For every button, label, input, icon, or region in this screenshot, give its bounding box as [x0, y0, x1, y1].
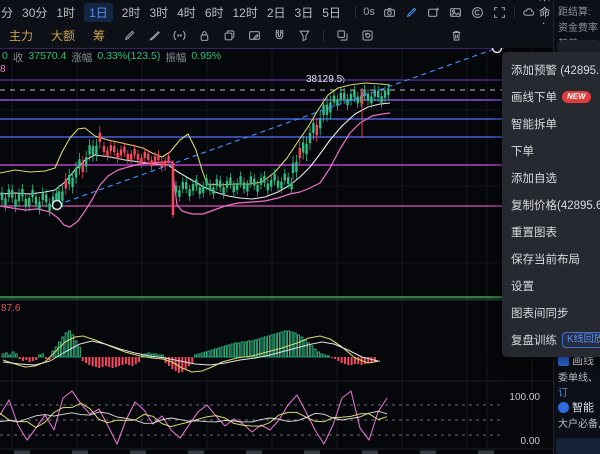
menu-item-label: 图表间同步 — [511, 305, 569, 321]
menu-item-label: 智能拆单 — [511, 116, 557, 132]
menu-item-label: 添加自选 — [511, 170, 557, 186]
time-axis-fragments — [14, 451, 494, 454]
menu-item-label: 复盘训练 — [511, 332, 557, 348]
note-icon[interactable] — [248, 29, 261, 42]
sidebar-promo-text: 智能 — [572, 399, 594, 415]
menu-item-7[interactable]: 重置图表 — [502, 218, 600, 245]
menu-item-11[interactable]: 复盘训练 K线回放 — [502, 326, 600, 353]
menu-item-label: 保存当前布局 — [511, 251, 580, 267]
sidebar-promo-row[interactable]: 订 — [558, 384, 568, 399]
promo-panel[interactable] — [556, 438, 600, 454]
menu-item-4[interactable]: 下单 — [502, 137, 600, 164]
timeframe-6时[interactable]: 6时 — [205, 4, 224, 21]
camera-icon[interactable] — [383, 6, 396, 19]
timeframe-2日[interactable]: 2日 — [267, 4, 286, 21]
trend-handle — [53, 201, 62, 210]
timeframe-5日[interactable]: 5日 — [322, 4, 341, 21]
timeframe-1日[interactable]: 1日 — [84, 3, 113, 22]
timeframe-30分[interactable]: 30分 — [22, 4, 47, 21]
menu-item-label: 画线下单 — [511, 89, 557, 105]
add-panel-icon[interactable] — [427, 6, 440, 19]
menu-item-1[interactable]: 添加预警 (42895.6) — [502, 56, 600, 83]
fullscreen-icon[interactable] — [493, 6, 506, 19]
chart-context-menu: 添加预警 (42895.6) 画线下单 NEW 智能拆单下单添加自选复制价格(4289… — [502, 52, 600, 357]
pencil-icon[interactable] — [123, 29, 136, 42]
tool-label-大额[interactable]: 大额 — [51, 27, 75, 44]
tool-label-主力[interactable]: 主力 — [9, 27, 33, 44]
sidebar-promo-row[interactable]: 智能 — [558, 399, 594, 415]
divider — [323, 30, 324, 42]
filter-icon[interactable] — [298, 29, 311, 42]
magnet-icon[interactable] — [273, 29, 286, 42]
timeframe-4时[interactable]: 4时 — [177, 4, 196, 21]
timeframe-3时[interactable]: 3时 — [149, 4, 168, 21]
svg-text:0.00: 0.00 — [521, 436, 541, 447]
menu-item-2[interactable]: 画线下单 NEW — [502, 83, 600, 110]
timeframe-tabs: 分 30分 1时 1日 2时 3时 4时 6时 12时 2日 3日 5日 — [0, 3, 341, 22]
wave-icon[interactable] — [173, 29, 186, 42]
menu-item-8[interactable]: 保存当前布局 — [502, 245, 600, 272]
menu-item-label: 复制价格(42895.6) — [511, 197, 600, 213]
menu-item-label: 设置 — [511, 278, 534, 294]
timeframe-2时[interactable]: 2时 — [122, 4, 141, 21]
countdown: 0s — [363, 6, 375, 18]
sidebar-promo-row[interactable]: 委单线、 — [558, 369, 598, 384]
sidebar-promo-text: 大户必备, — [558, 415, 600, 430]
menu-item-5[interactable]: 添加自选 — [502, 164, 600, 191]
funding-rate-label: 资金费率 — [558, 19, 598, 34]
svg-text:100.00: 100.00 — [509, 392, 540, 403]
menu-item-label: 下单 — [511, 143, 534, 159]
tool-label-筹[interactable]: 筹 — [93, 27, 105, 44]
menu-item-9[interactable]: 设置 — [502, 272, 600, 299]
timeframe-3日[interactable]: 3日 — [295, 4, 314, 21]
copy-icon[interactable] — [223, 29, 236, 42]
pen-icon[interactable] — [405, 6, 418, 19]
smart-split-icon — [558, 402, 569, 413]
lock-icon[interactable] — [198, 29, 211, 42]
sidebar-promo-text: 订 — [558, 384, 568, 399]
menu-item-6[interactable]: 复制价格(42895.6) — [502, 191, 600, 218]
menu-item-label: 添加预警 (42895.6) — [511, 62, 600, 78]
image-icon[interactable] — [449, 6, 462, 19]
topbar: 分30分1时1日2时3时4时6时12时2日3日5日 0s 未命名 K线分析 — [0, 0, 553, 24]
kline-replay-badge[interactable]: K线回放 — [562, 332, 600, 348]
trading-app: 38129.50.0100.000.00 分30分1时1日2时3时4时6时12时… — [0, 0, 600, 454]
cloud-icon — [522, 6, 535, 19]
settlement-label: 距结算: — [558, 3, 591, 18]
trash-icon[interactable] — [450, 29, 463, 42]
sidebar-promo-row[interactable]: 大户必备, — [558, 415, 600, 430]
target-icon[interactable] — [471, 6, 484, 19]
sync-icon[interactable] — [336, 29, 349, 42]
drawing-toolbar: 主力 大额 筹 — [0, 24, 553, 48]
sidebar-promo-text: 委单线、 — [558, 369, 598, 384]
timeframe-分[interactable]: 分 — [1, 4, 13, 21]
replay-icon[interactable] — [361, 29, 374, 42]
menu-item-10[interactable]: 图表间同步 — [502, 299, 600, 326]
new-badge: NEW — [562, 91, 591, 103]
svg-text:38129.5: 38129.5 — [306, 74, 343, 85]
menu-item-label: 重置图表 — [511, 224, 557, 240]
menu-item-3[interactable]: 智能拆单 — [502, 110, 600, 137]
timeframe-12时[interactable]: 12时 — [233, 4, 258, 21]
brush-icon[interactable] — [148, 29, 161, 42]
timeframe-1时[interactable]: 1时 — [56, 4, 75, 21]
